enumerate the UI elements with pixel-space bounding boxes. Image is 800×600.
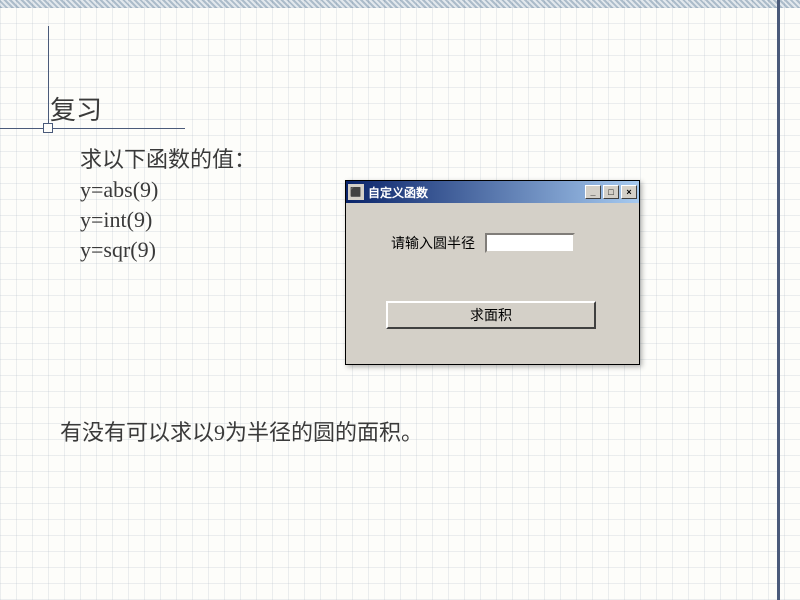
title-decoration-horizontal	[0, 128, 185, 129]
vb-form-window: ⬛ 自定义函数 _ □ × 请输入圆半径 求面积	[345, 180, 640, 365]
equation-1: y=abs(9)	[80, 175, 158, 205]
minimize-button[interactable]: _	[585, 185, 601, 199]
window-titlebar[interactable]: ⬛ 自定义函数 _ □ ×	[346, 181, 639, 203]
equation-3: y=sqr(9)	[80, 235, 156, 265]
slide-top-border	[0, 0, 800, 8]
slide-title: 复习	[50, 90, 102, 127]
input-row: 请输入圆半径	[391, 233, 619, 253]
prompt-text: 求以下函数的值：	[80, 145, 256, 175]
close-button[interactable]: ×	[621, 185, 637, 199]
window-controls: _ □ ×	[585, 185, 637, 199]
equation-2: y=int(9)	[80, 205, 152, 235]
form-body: 请输入圆半径 求面积	[346, 203, 639, 364]
title-decoration-vertical	[48, 26, 49, 129]
maximize-button[interactable]: □	[603, 185, 619, 199]
window-title: 自定义函数	[368, 184, 585, 201]
slide-right-border	[777, 0, 780, 600]
radius-label: 请输入圆半径	[391, 233, 475, 253]
question-text: 有没有可以求以9为半径的圆的面积。	[60, 415, 423, 447]
radius-input[interactable]	[485, 233, 575, 253]
form-icon: ⬛	[348, 184, 364, 200]
calculate-area-button[interactable]: 求面积	[386, 301, 596, 329]
